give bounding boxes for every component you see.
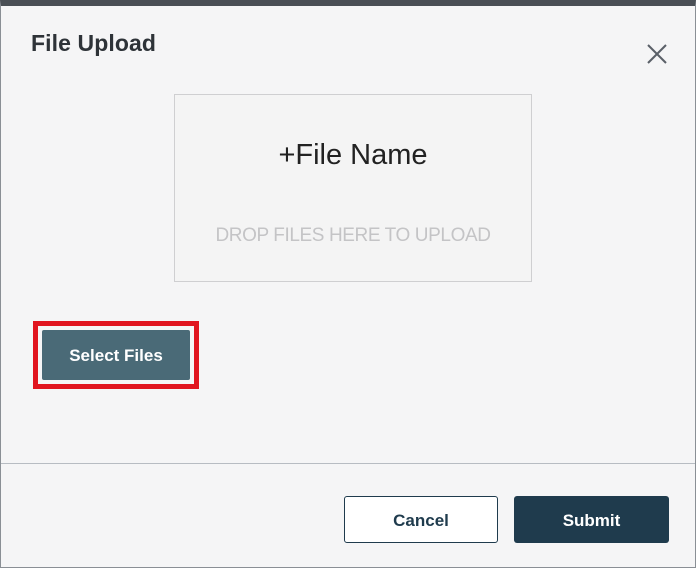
file-name-label: +File Name xyxy=(278,139,428,171)
close-button[interactable] xyxy=(641,38,673,70)
file-upload-dialog: File Upload +File Name DROP FILES HERE T… xyxy=(0,0,696,568)
footer-divider xyxy=(1,463,695,464)
dialog-title: File Upload xyxy=(31,30,157,56)
close-icon xyxy=(647,44,667,64)
file-drop-zone[interactable]: +File Name DROP FILES HERE TO UPLOAD xyxy=(174,94,532,282)
cancel-button[interactable]: Cancel xyxy=(344,496,498,543)
submit-button[interactable]: Submit xyxy=(514,496,669,543)
drop-hint-text: DROP FILES HERE TO UPLOAD xyxy=(215,225,491,246)
select-files-button[interactable]: Select Files xyxy=(42,330,190,380)
